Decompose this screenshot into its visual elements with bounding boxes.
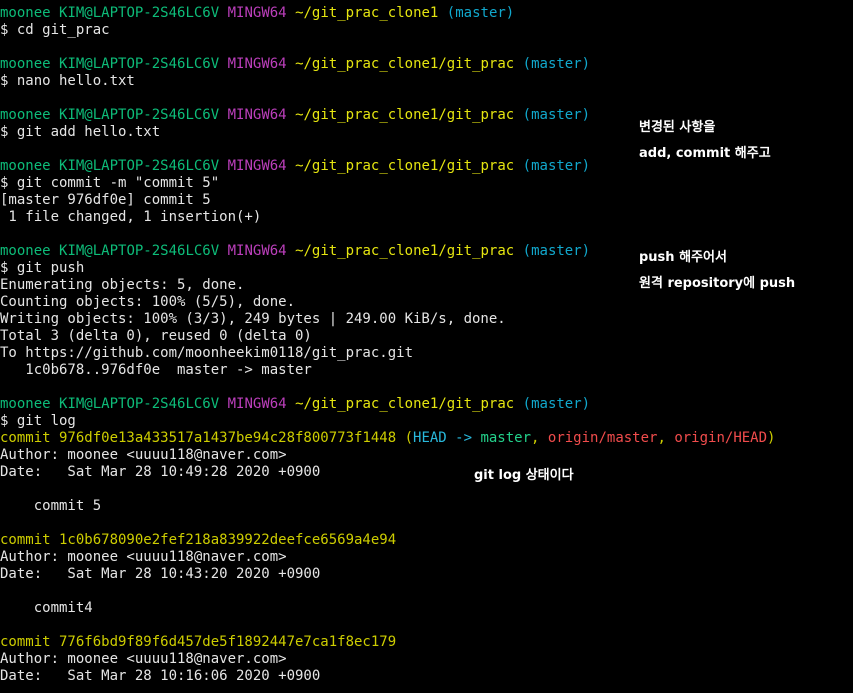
prompt-path: ~/git_prac_clone1/git_prac [295,107,515,123]
commit-hash: commit 976df0e13a433517a1437be94c28f8007… [0,430,397,446]
ref-origin-master: origin/master [547,430,658,446]
prompt-shell: MINGW64 [227,243,287,259]
commit-date: Date: Sat Mar 28 10:43:20 2020 +0900 [0,566,321,582]
prompt-line: moonee KIM@LAPTOP-2S46LC6V MINGW64 ~/git… [0,107,853,124]
command-line: $ git commit -m "commit 5" [0,175,220,191]
prompt-host: KIM@LAPTOP-2S46LC6V [59,396,220,412]
prompt-host: KIM@LAPTOP-2S46LC6V [59,243,220,259]
prompt-host: KIM@LAPTOP-2S46LC6V [59,56,220,72]
prompt-shell: MINGW64 [227,396,287,412]
ref-master: master [480,430,532,446]
commit-date: Date: Sat Mar 28 10:16:06 2020 +0900 [0,668,321,684]
prompt-path: ~/git_prac_clone1/git_prac [295,396,515,412]
annotation-note: git log 상태이다 [474,468,574,483]
output-line: 1 file changed, 1 insertion(+) [0,209,262,225]
terminal-output[interactable]: moonee KIM@LAPTOP-2S46LC6V MINGW64 ~/git… [0,5,853,685]
prompt-user: moonee [0,243,51,259]
prompt-path: ~/git_prac_clone1 [295,5,439,21]
prompt-shell: MINGW64 [227,5,287,21]
prompt-branch: (master) [522,243,591,259]
output-line: To https://github.com/moonheekim0118/git… [0,345,414,361]
prompt-user: moonee [0,5,51,21]
prompt-user: moonee [0,158,51,174]
prompt-branch: (master) [446,5,515,21]
prompt-line: moonee KIM@LAPTOP-2S46LC6V MINGW64 ~/git… [0,396,853,413]
command-line: $ git add hello.txt [0,124,161,140]
output-line: Total 3 (delta 0), reused 0 (delta 0) [0,328,312,344]
prompt-host: KIM@LAPTOP-2S46LC6V [59,5,220,21]
output-line: Counting objects: 100% (5/5), done. [0,294,296,310]
prompt-shell: MINGW64 [227,158,287,174]
commit-author: Author: moonee <uuuu118@naver.com> [0,651,287,667]
prompt-user: moonee [0,56,51,72]
prompt-shell: MINGW64 [227,107,287,123]
prompt-path: ~/git_prac_clone1/git_prac [295,158,515,174]
prompt-branch: (master) [522,107,591,123]
output-line: Writing objects: 100% (3/3), 249 bytes |… [0,311,506,327]
output-line: 1c0b678..976df0e master -> master [0,362,312,378]
prompt-branch: (master) [522,396,591,412]
prompt-user: moonee [0,107,51,123]
commit-hash: commit 776f6bd9f89f6d457de5f1892447e7ca1… [0,634,397,650]
prompt-branch: (master) [522,158,591,174]
prompt-host: KIM@LAPTOP-2S46LC6V [59,158,220,174]
prompt-user: moonee [0,396,51,412]
command-line: $ cd git_prac [0,22,110,38]
commit-author: Author: moonee <uuuu118@naver.com> [0,549,287,565]
command-line: $ git log [0,413,76,429]
prompt-path: ~/git_prac_clone1/git_prac [295,243,515,259]
commit-date: Date: Sat Mar 28 10:49:28 2020 +0900 [0,464,321,480]
command-line: $ nano hello.txt [0,73,135,89]
prompt-branch: (master) [522,56,591,72]
ref-head: HEAD -> [413,430,481,446]
commit-hash: commit 1c0b678090e2fef218a839922deefce65… [0,532,397,548]
output-line: [master 976df0e] commit 5 [0,192,211,208]
prompt-line: moonee KIM@LAPTOP-2S46LC6V MINGW64 ~/git… [0,5,853,22]
commit-message: commit4 [0,600,93,616]
commit-hash-line: commit 976df0e13a433517a1437be94c28f8007… [0,430,776,446]
annotation-note: 원격 repository에 push [639,276,796,291]
ref-origin-head: origin/HEAD [674,430,768,446]
prompt-path: ~/git_prac_clone1/git_prac [295,56,515,72]
annotation-note: add, commit 해주고 [639,146,771,161]
annotation-note: push 해주어서 [639,250,727,265]
commit-author: Author: moonee <uuuu118@naver.com> [0,447,287,463]
prompt-line: moonee KIM@LAPTOP-2S46LC6V MINGW64 ~/git… [0,56,853,73]
prompt-host: KIM@LAPTOP-2S46LC6V [59,107,220,123]
prompt-shell: MINGW64 [227,56,287,72]
annotation-note: 변경된 사항을 [639,120,716,135]
commit-message: commit 5 [0,498,102,514]
